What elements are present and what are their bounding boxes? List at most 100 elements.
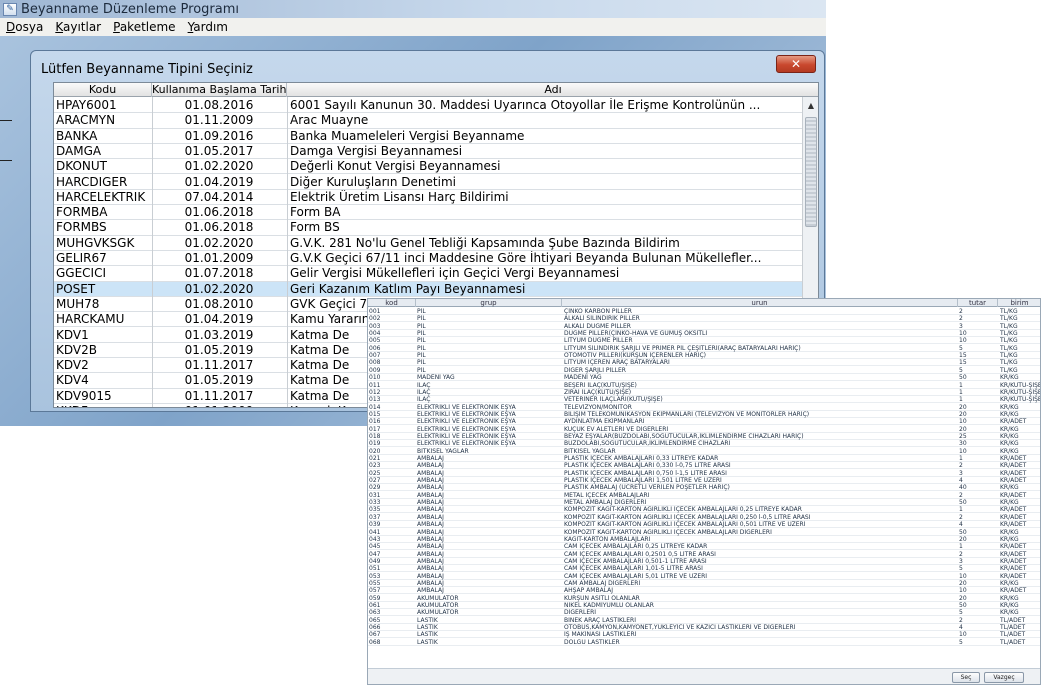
cell-kod: 031 <box>369 491 381 499</box>
table-row[interactable]: 007 PİL OTOMOTİV PİLLERİ(KURŞUN İÇERENLER … <box>368 352 1040 360</box>
cell-urun: MADENİ YAĞ <box>564 374 602 382</box>
table-row[interactable]: 041 AMBALAJ KOMPOZİT KAĞIT-KARTON AĞIRLIKL… <box>368 529 1040 536</box>
table-row[interactable]: 025 AMBALAJ PLASTİK İÇECEK AMBALAJLARI 0,7… <box>368 470 1040 477</box>
table-row[interactable]: GELIR67 01.01.2009 G.V.K Geçici 67/11 inci… <box>54 251 802 267</box>
cell-urun: DİĞERLERİ <box>564 609 597 617</box>
cell-urun: CAM İÇECEK AMBALAJLARI 1,01-5 LİTRE ARAS… <box>564 565 703 573</box>
scroll-up-arrow-icon[interactable]: ▲ <box>804 99 818 113</box>
menu-kayitlar[interactable]: Kayıtlar <box>55 20 101 34</box>
table-row[interactable]: 006 PİL LİTYUM SİLİNDİRİK ŞARJLI VE PRİMER… <box>368 345 1040 352</box>
cell-urun: BEYAZ EŞYALAR(BUZDOLABI,SOĞUTUCULAR,İKLİ… <box>564 432 804 440</box>
cell-birim: TL/KG <box>1000 352 1018 360</box>
cell-kodu: HARCDIGER <box>56 174 128 189</box>
table-row[interactable]: 014 ELEKTRİKLİ VE ELEKTRONİK EŞYA TELEVİZY… <box>368 404 1040 411</box>
table-row[interactable]: 029 AMBALAJ PLASTİK AMBALAJ (ÜCRETLİ VERİL… <box>368 484 1040 492</box>
cell-kod: 039 <box>369 521 381 529</box>
table-row[interactable]: 055 AMBALAJ CAM AMBALAJ DİĞERLERİ 20 KR/KG <box>368 580 1040 587</box>
table-row[interactable]: DAMGA 01.05.2017 Damga Vergisi Beyannamesi <box>54 144 802 160</box>
table-row[interactable]: 033 AMBALAJ METAL AMBALAJ DİĞERLERİ 50 KR/KG <box>368 499 1040 507</box>
table-row[interactable]: 027 AMBALAJ PLASTİK İÇECEK AMBALAJLARI 1,5… <box>368 477 1040 485</box>
table-row[interactable]: 049 AMBALAJ CAM İÇECEK AMBALAJLARI 0,501-1… <box>368 558 1040 565</box>
table-row[interactable]: 037 AMBALAJ KOMPOZİT KAĞIT-KARTON AĞIRLIKL… <box>368 514 1040 521</box>
table-row[interactable]: 067 LASTİK İŞ MAKİNASI LASTİKLERİ 10 TL/ADET <box>368 631 1040 639</box>
column-header-urun[interactable]: urun <box>562 299 958 307</box>
table-row[interactable]: 031 AMBALAJ METAL İÇECEK AMBALAJLARI 2 KR/AD… <box>368 492 1040 499</box>
column-header-grup[interactable]: grup <box>416 299 562 307</box>
cell-birim: TL/KG <box>1000 344 1018 352</box>
cell-tarih: 01.03.2019 <box>184 327 254 342</box>
column-header-kodu[interactable]: Kodu <box>54 83 152 97</box>
table-row[interactable]: 015 ELEKTRİKLİ VE ELEKTRONİK EŞYA BİLİŞİM … <box>368 411 1040 418</box>
table-row[interactable]: HARCDIGER 01.04.2019 Diğer Kuruluşların De… <box>54 175 802 190</box>
cell-kodu: MUHGVKSGK <box>56 235 135 250</box>
table-row[interactable]: 016 ELEKTRİKLİ VE ELEKTRONİK EŞYA AYDINLAT… <box>368 418 1040 426</box>
table-row[interactable]: FORMBS 01.06.2018 Form BS <box>54 220 802 236</box>
table-row[interactable]: 068 LASTİK DOLGU LASTİKLER 5 TL/ADET <box>368 639 1040 646</box>
table-row[interactable]: HARCELEKTRIK 07.04.2014 Elektrik Üretim Li… <box>54 189 802 206</box>
table-row[interactable]: ARACMYN 01.11.2009 Arac Muayne <box>54 113 802 129</box>
cell-tutar: 1 <box>959 396 963 404</box>
column-header-tarih[interactable]: Kullanıma Başlama Tarihi <box>152 83 287 97</box>
table-row[interactable]: MUHGVKSGK 01.02.2020 G.V.K. 281 No'lu Gene… <box>54 236 802 251</box>
cell-tarih: 01.08.2016 <box>184 98 254 112</box>
table-row[interactable]: 017 ELEKTRİKLİ VE ELEKTRONİK EŞYA KÜÇÜK EV… <box>368 426 1040 433</box>
table-row[interactable]: 045 AMBALAJ CAM İÇECEK AMBALAJLARI 0,25 Lİ… <box>368 543 1040 551</box>
column-header-kod[interactable]: kod <box>368 299 416 307</box>
select-button[interactable]: Seç <box>952 672 980 683</box>
table-row[interactable]: 063 AKÜMÜLATÖR DİĞERLERİ 5 KR/KG <box>368 609 1040 617</box>
table-row[interactable]: 018 ELEKTRİKLİ VE ELEKTRONİK EŞYA BEYAZ EŞ… <box>368 433 1040 440</box>
cell-urun: METAL AMBALAJ DİĞERLERİ <box>564 499 647 507</box>
table-row[interactable]: 002 PİL ALKALİ SİLİNDİRİK PİLLER 2 TL/KG <box>368 315 1040 323</box>
table-row[interactable]: 051 AMBALAJ CAM İÇECEK AMBALAJLARI 1,01-5 … <box>368 565 1040 573</box>
table-row[interactable]: 021 AMBALAJ PLASTİK İÇECEK AMBALAJLARI 0,3… <box>368 455 1040 463</box>
cell-kod: 009 <box>369 366 381 374</box>
table-row[interactable]: 004 PİL DÜĞME PİLLER(ÇİNKO-HAVA VE GÜMÜŞ O… <box>368 330 1040 338</box>
table-row[interactable]: POSET 01.02.2020 Geri Kazanım Katlım Payı … <box>54 281 802 297</box>
column-header-tutar[interactable]: tutar <box>958 299 998 307</box>
table-row[interactable]: 059 AKÜMÜLATÖR KURŞUN ASİTLİ OLANLAR 20 KR/K… <box>368 595 1040 602</box>
table-row[interactable]: 065 LASTİK BİNEK ARAÇ LASTİKLERİ 2 TL/ADET <box>368 617 1040 624</box>
table-row[interactable]: 061 AKÜMÜLATÖR NİKEL KADMİYUMLU OLANLAR 50 K… <box>368 602 1040 610</box>
table-row[interactable]: 057 AMBALAJ AHŞAP AMBALAJ 10 KR/ADET <box>368 587 1040 595</box>
table-row[interactable]: 019 ELEKTRİKLİ VE ELEKTRONİK EŞYA BUZDOLAB… <box>368 440 1040 448</box>
table-row[interactable]: 039 AMBALAJ KOMPOZİT KAĞIT-KARTON AĞIRLIKL… <box>368 521 1040 529</box>
menu-paketleme[interactable]: Paketleme <box>113 20 175 34</box>
table-row[interactable]: 066 LASTİK OTOBÜS,KAMYON,KAMYONET,YÜKLEYİC… <box>368 624 1040 632</box>
table-row[interactable]: 001 PİL ÇİNKO KARBON PİLLER 2 TL/KG <box>368 308 1040 316</box>
cell-tutar: 10 <box>959 330 967 338</box>
cell-grup: İLAÇ <box>417 396 431 404</box>
table-row[interactable]: 023 AMBALAJ PLASTİK İÇECEK AMBALAJLARI 0,3… <box>368 462 1040 470</box>
cell-urun: DÜĞME PİLLER(ÇİNKO-HAVA VE GÜMÜŞ OKSİTLİ <box>564 330 708 338</box>
column-header-adi[interactable]: Adı <box>287 83 818 97</box>
table-row[interactable]: 009 PİL DİĞER ŞARJLI PİLLER 5 TL/KG <box>368 367 1040 374</box>
cell-grup: PİL <box>417 322 426 330</box>
column-header-birim[interactable]: birim <box>998 299 1040 307</box>
table-row[interactable]: 012 İLAÇ ZİRAİ İLAÇ(KUTU/ŞİŞE) 1 KR/KUTU-ŞİŞ… <box>368 389 1040 396</box>
table-row[interactable]: 013 İLAÇ VETERİNER İLAÇLARI(KUTU/ŞİŞE) 1 KR/… <box>368 396 1040 404</box>
table-row[interactable]: DKONUT 01.02.2020 Değerli Konut Vergisi Be… <box>54 159 802 175</box>
menu-dosya[interactable]: Dosya <box>6 20 43 34</box>
cell-kodu: HARCELEKTRIK <box>56 189 146 204</box>
cancel-button[interactable]: Vazgeç <box>984 672 1024 683</box>
close-button[interactable]: ✕ <box>776 55 816 73</box>
table-row[interactable]: 043 AMBALAJ KAĞIT-KARTON AMBALAJLARI 20 KR/K… <box>368 536 1040 543</box>
table-row[interactable]: FORMBA 01.06.2018 Form BA <box>54 205 802 221</box>
table-row[interactable]: 005 PİL LİTYUM DÜĞME PİLLER 10 TL/KG <box>368 337 1040 345</box>
table-row[interactable]: HPAY6001 01.08.2016 6001 Sayılı Kanunun 30… <box>54 98 802 114</box>
table-row[interactable]: BANKA 01.09.2016 Banka Muameleleri Vergisi… <box>54 129 802 144</box>
cell-tutar: 20 <box>959 579 967 587</box>
cell-urun: DOLGU LASTİKLER <box>564 638 620 646</box>
cell-kod: 025 <box>369 469 381 477</box>
table-row[interactable]: 035 AMBALAJ KOMPOZİT KAĞIT-KARTON AĞIRLIKL… <box>368 506 1040 514</box>
table-row[interactable]: 020 BİTKİSEL YAĞLAR BİTKİSEL YAĞLAR 10 KR/KG <box>368 448 1040 455</box>
table-row[interactable]: 011 İLAÇ BEŞERİ İLAÇ(KUTU/ŞİŞE) 1 KR/KUTU-Şİ… <box>368 382 1040 389</box>
table-row[interactable]: GGECICI 01.07.2018 Gelir Vergisi Mükellefl… <box>54 266 802 282</box>
cell-urun: BUZDOLABI,SOĞUTUCULAR,İKLİMLENDİRME CİHA… <box>564 440 731 448</box>
scroll-thumb[interactable] <box>805 117 817 227</box>
table-row[interactable]: 053 AMBALAJ CAM İÇECEK AMBALAJLARI 5,01 Lİ… <box>368 573 1040 580</box>
menu-yardim[interactable]: Yardım <box>188 20 228 34</box>
table-row[interactable]: 008 PİL LİTYUM İÇEREN ARAÇ BATARYALARI 15 TL… <box>368 359 1040 367</box>
table-row[interactable]: 047 AMBALAJ CAM İÇECEK AMBALAJLARI 0,2501 … <box>368 551 1040 558</box>
table-row[interactable]: 010 MADENİ YAĞ MADENİ YAĞ 50 KR/KG <box>368 374 1040 382</box>
table-row[interactable]: 003 PİL ALKALİ DÜĞME PİLLER 3 TL/KG <box>368 323 1040 330</box>
